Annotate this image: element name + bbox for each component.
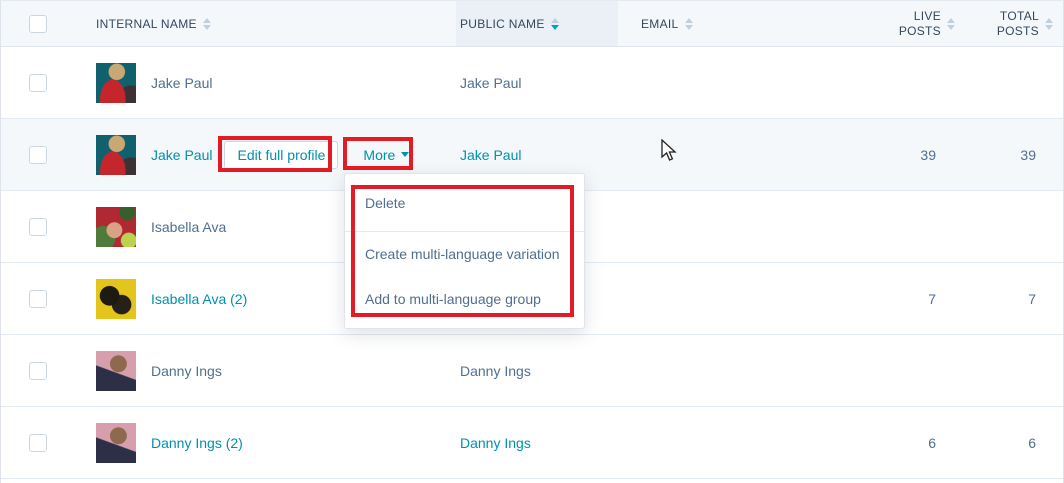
email-cell [618,335,791,406]
email-header-label: EMAIL [641,17,679,31]
column-header-public-name[interactable]: PUBLIC NAME [456,1,618,46]
avatar [96,63,136,103]
menu-item-add-to-multi-language-group[interactable]: Add to multi-language group [345,276,584,321]
row-checkbox[interactable] [29,362,47,380]
public-name: Jake Paul [460,75,521,91]
table-row: Danny Ings Danny Ings [1,335,1063,407]
live-posts-header-label: LIVE POSTS [895,9,941,39]
row-checkbox[interactable] [29,74,47,92]
email-cell [618,263,791,334]
row-checkbox[interactable] [29,290,47,308]
total-posts-cell: 6 [959,407,1064,478]
column-header-email[interactable]: EMAIL [618,1,791,46]
column-header-internal-name[interactable]: INTERNAL NAME [66,1,456,46]
table-row: Danny Ings (2) Danny Ings 6 6 [1,407,1063,479]
avatar [96,207,136,247]
email-cell [618,119,791,190]
menu-item-delete[interactable]: Delete [345,175,584,232]
public-name-link[interactable]: Jake Paul [460,147,521,163]
edit-full-profile-button[interactable]: Edit full profile [224,141,338,169]
live-posts-cell [791,47,959,118]
row-checkbox[interactable] [29,434,47,452]
avatar [96,279,136,319]
internal-name: Danny Ings [151,363,222,379]
total-posts-cell: 39 [959,119,1064,190]
internal-name-link[interactable]: Isabella Ava (2) [151,291,247,307]
internal-name: Isabella Ava [151,219,226,235]
internal-name-header-label: INTERNAL NAME [96,17,197,31]
public-name-header-label: PUBLIC NAME [460,17,545,31]
sort-icon [685,18,693,30]
column-header-live-posts[interactable]: LIVE POSTS [791,1,959,46]
sort-icon [203,18,211,30]
live-posts-cell [791,335,959,406]
more-button-label: More [363,147,395,163]
total-posts-cell [959,335,1064,406]
menu-item-create-multi-language-variation[interactable]: Create multi-language variation [345,232,584,276]
total-posts-cell [959,191,1064,262]
table-row: Jake Paul Jake Paul [1,47,1063,119]
table-header: INTERNAL NAME PUBLIC NAME EMAIL LIVE POS… [1,1,1063,47]
row-checkbox[interactable] [29,218,47,236]
public-name: Danny Ings [460,363,531,379]
total-posts-header-label: TOTAL POSTS [993,9,1039,39]
more-dropdown-menu: Delete Create multi-language variation A… [344,173,585,329]
authors-table-page: INTERNAL NAME PUBLIC NAME EMAIL LIVE POS… [0,0,1064,483]
header-checkbox-cell [1,1,66,46]
live-posts-cell [791,191,959,262]
avatar [96,351,136,391]
avatar [96,135,136,175]
email-cell [618,407,791,478]
sort-desc-active-icon [551,18,559,30]
internal-name: Jake Paul [151,75,212,91]
live-posts-cell: 7 [791,263,959,334]
more-dropdown-button[interactable]: More [363,147,409,163]
row-checkbox[interactable] [29,146,47,164]
live-posts-cell: 6 [791,407,959,478]
sort-icon [947,18,955,30]
select-all-checkbox[interactable] [29,15,47,33]
column-header-total-posts[interactable]: TOTAL POSTS [959,1,1064,46]
email-cell [618,191,791,262]
avatar [96,423,136,463]
live-posts-cell: 39 [791,119,959,190]
chevron-down-icon [401,152,409,157]
email-cell [618,47,791,118]
internal-name-link[interactable]: Jake Paul [151,147,212,163]
total-posts-cell: 7 [959,263,1064,334]
total-posts-cell [959,47,1064,118]
public-name-link[interactable]: Danny Ings [460,435,531,451]
internal-name-link[interactable]: Danny Ings (2) [151,435,243,451]
sort-icon [1045,18,1053,30]
